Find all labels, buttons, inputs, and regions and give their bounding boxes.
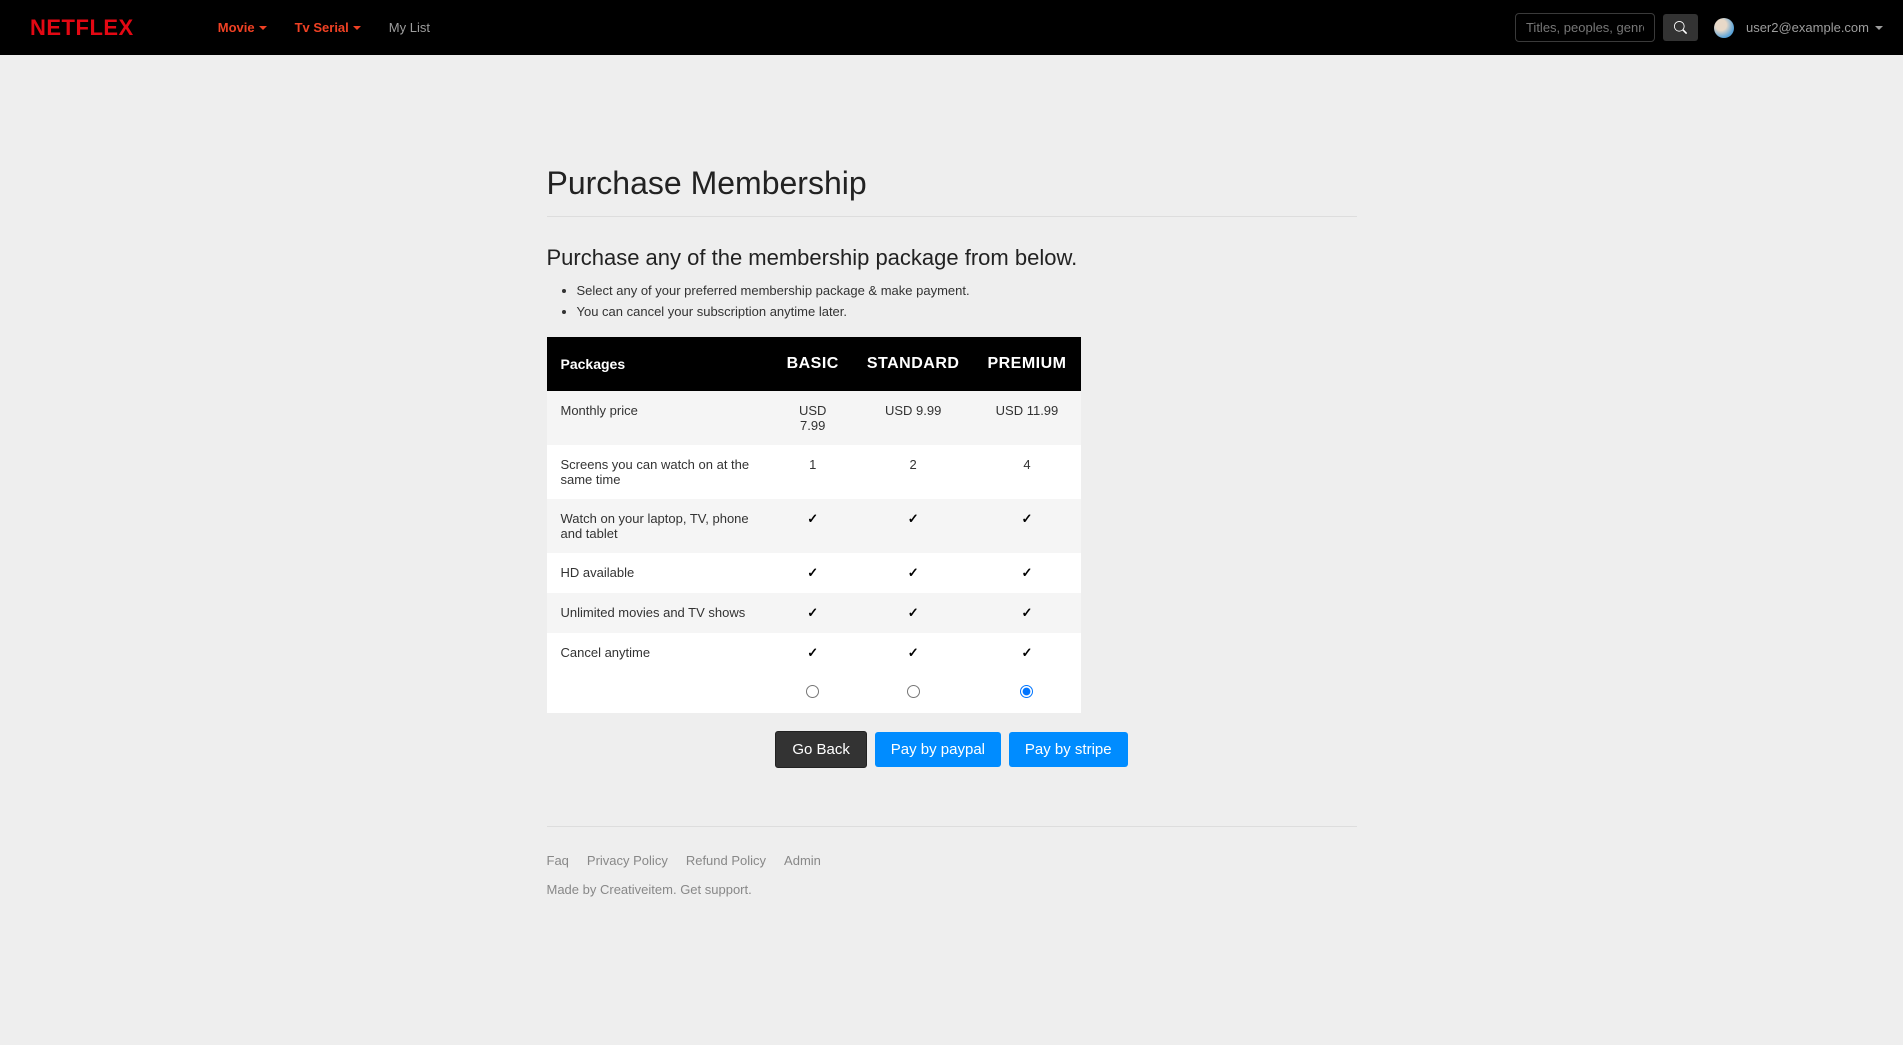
check-icon xyxy=(908,565,919,580)
made-by-link-support[interactable]: Get support. xyxy=(680,882,752,897)
check-icon xyxy=(807,605,818,620)
made-by-link-creativeitem[interactable]: Creativeitem xyxy=(600,882,673,897)
cell-check xyxy=(773,499,853,553)
made-by-prefix: Made by xyxy=(547,882,600,897)
check-icon xyxy=(908,645,919,660)
table-row-select xyxy=(547,673,1081,713)
table-row: HD available xyxy=(547,553,1081,593)
nav-mylist-label: My List xyxy=(389,20,430,35)
plan-radio-premium[interactable] xyxy=(1020,685,1033,698)
table-row: Monthly price USD 7.99 USD 9.99 USD 11.9… xyxy=(547,391,1081,445)
page-title: Purchase Membership xyxy=(547,165,1357,202)
nav-movie[interactable]: Movie xyxy=(204,20,281,35)
table-header-label: Packages xyxy=(547,337,773,391)
cell-value: 1 xyxy=(773,445,853,499)
user-menu[interactable]: user2@example.com xyxy=(1746,20,1883,35)
table-row: Screens you can watch on at the same tim… xyxy=(547,445,1081,499)
plan-radio-standard[interactable] xyxy=(907,685,920,698)
check-icon xyxy=(807,511,818,526)
check-icon xyxy=(807,645,818,660)
footer-link-admin[interactable]: Admin xyxy=(784,853,821,868)
go-back-button[interactable]: Go Back xyxy=(775,731,867,768)
chevron-down-icon xyxy=(259,26,267,30)
footer: Faq Privacy Policy Refund Policy Admin M… xyxy=(547,798,1357,937)
cell-value: USD 11.99 xyxy=(973,391,1080,445)
button-row: Go Back Pay by paypal Pay by stripe xyxy=(547,731,1357,768)
footer-divider xyxy=(547,826,1357,827)
search-input[interactable] xyxy=(1515,13,1655,42)
cell-value: USD 9.99 xyxy=(853,391,974,445)
cell-check xyxy=(853,633,974,673)
cell-check xyxy=(973,553,1080,593)
navbar: NETFLEX Movie Tv Serial My List user2@ex… xyxy=(0,0,1903,55)
avatar[interactable] xyxy=(1714,18,1734,38)
instruction-item: Select any of your preferred membership … xyxy=(577,281,1357,302)
table-row: Unlimited movies and TV shows xyxy=(547,593,1081,633)
footer-link-privacy[interactable]: Privacy Policy xyxy=(587,853,668,868)
cell-check xyxy=(773,593,853,633)
cell-check xyxy=(773,553,853,593)
row-label: Screens you can watch on at the same tim… xyxy=(547,445,773,499)
table-row: Cancel anytime xyxy=(547,633,1081,673)
plan-radio-basic[interactable] xyxy=(806,685,819,698)
made-by: Made by Creativeitem. Get support. xyxy=(547,882,1357,897)
table-row: Watch on your laptop, TV, phone and tabl… xyxy=(547,499,1081,553)
brand-logo[interactable]: NETFLEX xyxy=(30,15,134,41)
row-label: HD available xyxy=(547,553,773,593)
cell-value: 2 xyxy=(853,445,974,499)
row-label: Watch on your laptop, TV, phone and tabl… xyxy=(547,499,773,553)
nav-tvserial[interactable]: Tv Serial xyxy=(281,20,375,35)
check-icon xyxy=(807,565,818,580)
check-icon xyxy=(1022,565,1033,580)
cell-check xyxy=(853,499,974,553)
page-subtitle: Purchase any of the membership package f… xyxy=(547,245,1357,271)
divider xyxy=(547,216,1357,217)
row-label: Cancel anytime xyxy=(547,633,773,673)
nav-movie-label: Movie xyxy=(218,20,255,35)
row-label-empty xyxy=(547,673,773,713)
instruction-item: You can cancel your subscription anytime… xyxy=(577,302,1357,323)
footer-link-refund[interactable]: Refund Policy xyxy=(686,853,766,868)
footer-links: Faq Privacy Policy Refund Policy Admin xyxy=(547,853,1357,868)
cell-check xyxy=(973,499,1080,553)
cell-check xyxy=(853,593,974,633)
check-icon xyxy=(908,605,919,620)
plan-header-basic: BASIC xyxy=(773,337,853,391)
plan-header-premium: PREMIUM xyxy=(973,337,1080,391)
chevron-down-icon xyxy=(353,26,361,30)
row-label: Monthly price xyxy=(547,391,773,445)
search-button[interactable] xyxy=(1663,14,1698,41)
pay-paypal-button[interactable]: Pay by paypal xyxy=(875,732,1001,767)
cell-check xyxy=(773,633,853,673)
nav-tvserial-label: Tv Serial xyxy=(295,20,349,35)
check-icon xyxy=(1022,605,1033,620)
user-email: user2@example.com xyxy=(1746,20,1869,35)
chevron-down-icon xyxy=(1875,26,1883,30)
cell-value: 4 xyxy=(973,445,1080,499)
cell-value: USD 7.99 xyxy=(773,391,853,445)
nav-right: user2@example.com xyxy=(1515,13,1883,42)
nav-mylist[interactable]: My List xyxy=(375,20,444,35)
footer-link-faq[interactable]: Faq xyxy=(547,853,569,868)
check-icon xyxy=(908,511,919,526)
nav-left: Movie Tv Serial My List xyxy=(204,20,444,35)
pay-stripe-button[interactable]: Pay by stripe xyxy=(1009,732,1128,767)
packages-table: Packages BASIC STANDARD PREMIUM Monthly … xyxy=(547,337,1081,713)
cell-check xyxy=(973,633,1080,673)
main-container: Purchase Membership Purchase any of the … xyxy=(547,55,1357,798)
check-icon xyxy=(1022,645,1033,660)
plan-header-standard: STANDARD xyxy=(853,337,974,391)
instructions-list: Select any of your preferred membership … xyxy=(577,281,1357,323)
row-label: Unlimited movies and TV shows xyxy=(547,593,773,633)
cell-check xyxy=(973,593,1080,633)
check-icon xyxy=(1022,511,1033,526)
cell-check xyxy=(853,553,974,593)
search-icon xyxy=(1674,21,1687,34)
